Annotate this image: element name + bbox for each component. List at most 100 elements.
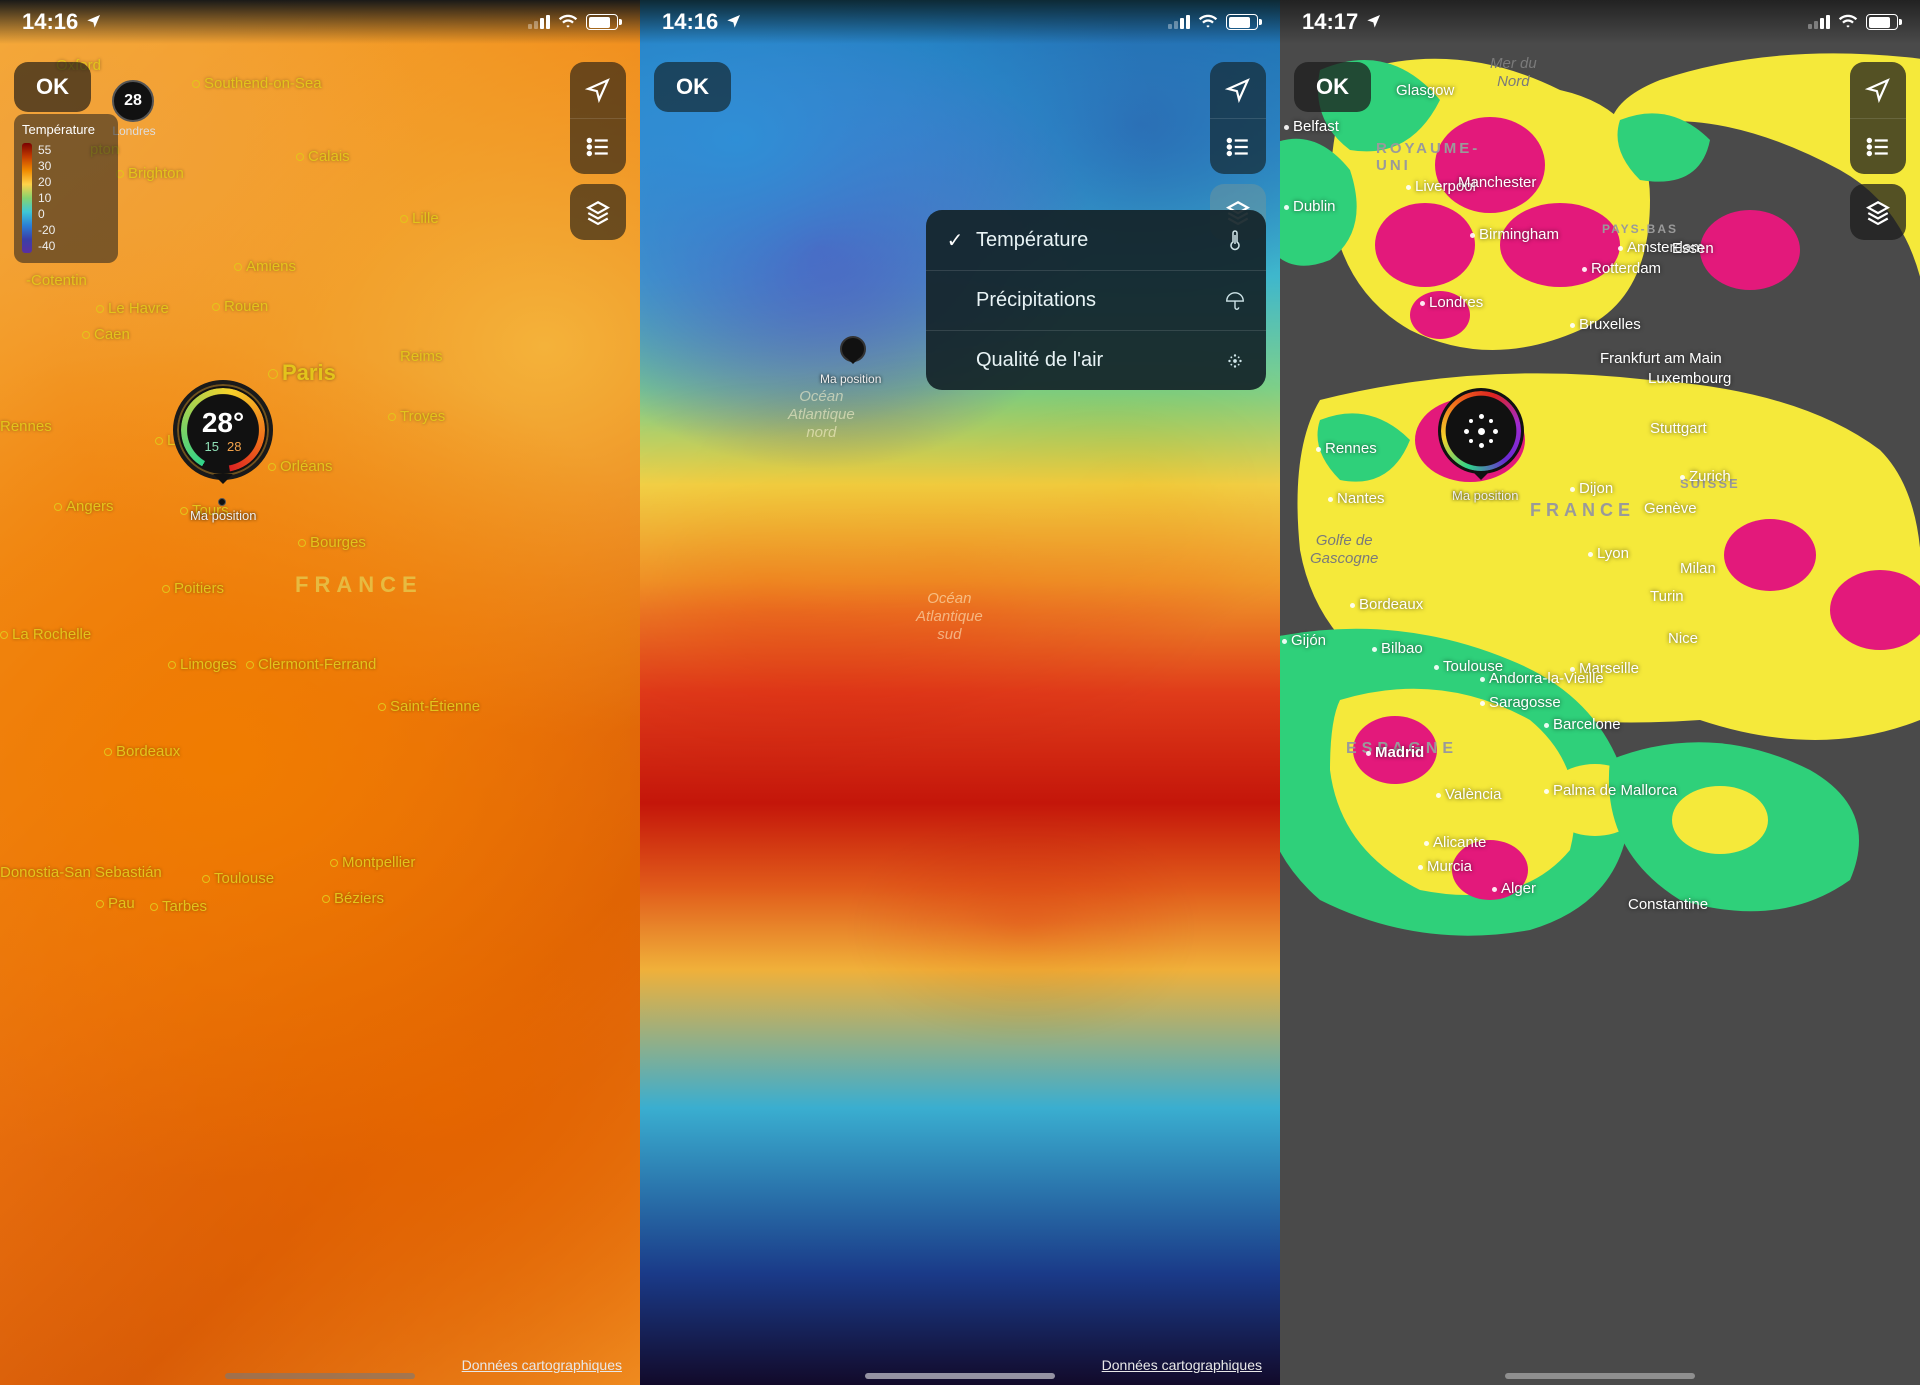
my-location-pin[interactable] bbox=[840, 336, 866, 362]
city-label: Béziers bbox=[322, 890, 384, 907]
locate-button[interactable] bbox=[570, 62, 626, 118]
ocean-label: Océan Atlantique sud bbox=[916, 590, 983, 644]
city-label: La Rochelle bbox=[0, 626, 91, 643]
city-label: Nantes bbox=[1328, 490, 1385, 507]
panel-temperature-world: 14:16 OK Océan Atlantique nord Océan Atl… bbox=[640, 0, 1280, 1385]
city-label: -Cotentin bbox=[26, 272, 87, 289]
city-label: Reims bbox=[400, 348, 443, 365]
layer-item-label: Qualité de l'air bbox=[968, 349, 1222, 372]
city-label: Manchester bbox=[1458, 174, 1536, 191]
city-badge-london[interactable]: 28 bbox=[112, 80, 154, 122]
layers-menu: ✓ Température Précipitations Qualité de … bbox=[926, 210, 1266, 390]
list-button[interactable] bbox=[1850, 118, 1906, 174]
map-attribution-link[interactable]: Données cartographiques bbox=[462, 1357, 622, 1373]
air-quality-pin[interactable] bbox=[1438, 388, 1524, 474]
city-label: Orléans bbox=[268, 458, 333, 475]
list-button[interactable] bbox=[1210, 118, 1266, 174]
location-icon bbox=[726, 9, 742, 35]
city-label: Poitiers bbox=[162, 580, 224, 597]
status-time: 14:16 bbox=[22, 9, 78, 35]
city-label: Donostia-San Sebastián bbox=[0, 864, 162, 881]
layer-item-label: Température bbox=[968, 229, 1222, 252]
city-label: Andorra-la-Vieille bbox=[1480, 670, 1604, 687]
status-bar: 14:16 bbox=[640, 0, 1280, 44]
ok-button[interactable]: OK bbox=[654, 62, 731, 112]
signal-icon bbox=[1168, 15, 1190, 29]
battery-icon bbox=[586, 14, 618, 30]
city-label: Belfast bbox=[1284, 118, 1339, 135]
ocean-label: Océan Atlantique nord bbox=[788, 388, 855, 442]
city-label: Lyon bbox=[1588, 545, 1629, 562]
pin-label: Ma position bbox=[820, 372, 881, 386]
city-label: Glasgow bbox=[1396, 82, 1454, 99]
city-label: Londres bbox=[1420, 294, 1483, 311]
home-indicator bbox=[865, 1373, 1055, 1379]
layer-item-temperature[interactable]: ✓ Température bbox=[926, 210, 1266, 270]
layers-button[interactable] bbox=[570, 184, 626, 240]
locate-button[interactable] bbox=[1210, 62, 1266, 118]
layer-item-air-quality[interactable]: Qualité de l'air bbox=[926, 330, 1266, 390]
city-label: Pau bbox=[96, 895, 135, 912]
status-time: 14:17 bbox=[1302, 9, 1358, 35]
city-label: Palma de Mallorca bbox=[1544, 782, 1677, 799]
legend-title: Température bbox=[22, 122, 110, 137]
pin-dot bbox=[218, 498, 226, 506]
city-label: Bruxelles bbox=[1570, 316, 1641, 333]
layer-item-precipitation[interactable]: Précipitations bbox=[926, 270, 1266, 330]
city-label: Rennes bbox=[0, 418, 52, 435]
city-label: Lille bbox=[400, 210, 439, 227]
city-label: Genève bbox=[1644, 500, 1697, 517]
pin-temp-high: 28 bbox=[227, 439, 241, 454]
thermometer-icon bbox=[1222, 229, 1248, 251]
city-label: Angers bbox=[54, 498, 114, 515]
sea-label: Golfe de Gascogne bbox=[1310, 532, 1378, 568]
ok-button[interactable]: OK bbox=[14, 62, 91, 112]
city-label: Bilbao bbox=[1372, 640, 1423, 657]
city-label: Rennes bbox=[1316, 440, 1377, 457]
city-label: Turin bbox=[1650, 588, 1684, 605]
city-label: Birmingham bbox=[1470, 226, 1559, 243]
city-label: Le Havre bbox=[96, 300, 169, 317]
status-bar: 14:16 bbox=[0, 0, 640, 44]
locate-button[interactable] bbox=[1850, 62, 1906, 118]
pin-label: Ma position bbox=[190, 508, 256, 523]
wifi-icon bbox=[1838, 9, 1858, 35]
city-label: Bourges bbox=[298, 534, 366, 551]
location-icon bbox=[86, 9, 102, 35]
legend-gradient bbox=[22, 143, 32, 253]
city-label: Madrid bbox=[1366, 744, 1424, 761]
city-label: Amiens bbox=[234, 258, 296, 275]
city-label: València bbox=[1436, 786, 1501, 803]
ok-button[interactable]: OK bbox=[1294, 62, 1371, 112]
city-label: Murcia bbox=[1418, 858, 1472, 875]
city-label: Constantine bbox=[1628, 896, 1708, 913]
temperature-legend: Température 553020100-20-40 bbox=[14, 114, 118, 263]
battery-icon bbox=[1866, 14, 1898, 30]
country-label: PAYS-BAS bbox=[1602, 222, 1678, 236]
city-label: Dijon bbox=[1570, 480, 1613, 497]
city-label: Rotterdam bbox=[1582, 260, 1661, 277]
city-label: Saragosse bbox=[1480, 694, 1561, 711]
umbrella-icon bbox=[1222, 290, 1248, 312]
list-button[interactable] bbox=[570, 118, 626, 174]
country-label: ROYAUME- UNI bbox=[1376, 140, 1480, 174]
city-label: Bordeaux bbox=[104, 743, 180, 760]
signal-icon bbox=[1808, 15, 1830, 29]
map-attribution-link[interactable]: Données cartographiques bbox=[1102, 1357, 1262, 1373]
city-label: Essen bbox=[1672, 240, 1714, 257]
city-label: Gijón bbox=[1282, 632, 1326, 649]
pin-temperature: 28° bbox=[202, 407, 244, 439]
my-location-pin[interactable]: 28° 1528 bbox=[173, 380, 273, 480]
city-label: Tarbes bbox=[150, 898, 207, 915]
city-label: Clermont-Ferrand bbox=[246, 656, 376, 673]
location-icon bbox=[1366, 9, 1382, 35]
city-label: Brighton bbox=[116, 165, 184, 182]
city-label: Nice bbox=[1668, 630, 1698, 647]
city-label: Barcelone bbox=[1544, 716, 1621, 733]
home-indicator bbox=[225, 1373, 415, 1379]
country-label: FRANCE bbox=[1530, 500, 1635, 521]
battery-icon bbox=[1226, 14, 1258, 30]
layers-button[interactable] bbox=[1850, 184, 1906, 240]
air-quality-icon bbox=[1461, 411, 1501, 451]
status-bar: 14:17 bbox=[1280, 0, 1920, 44]
